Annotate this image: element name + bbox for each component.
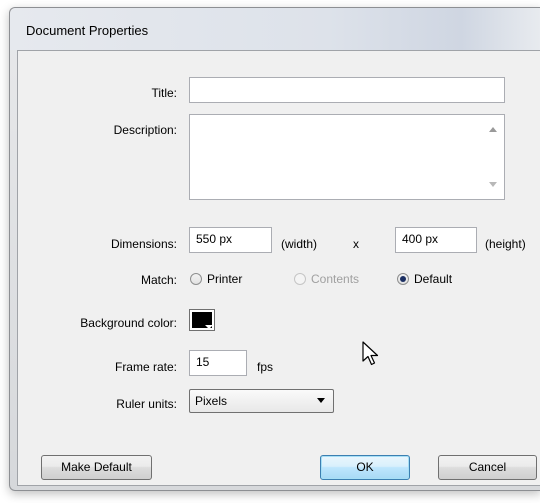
scroll-down-arrow-icon[interactable] <box>489 182 497 187</box>
ruler-units-select[interactable]: Pixels <box>189 389 334 413</box>
radio-selected-icon <box>397 273 409 285</box>
match-contents-radio[interactable]: Contents <box>294 272 359 286</box>
width-input[interactable]: 550 px <box>189 227 272 253</box>
frame-rate-unit: fps <box>257 360 274 374</box>
ruler-units-value: Pixels <box>195 394 228 408</box>
match-default-radio[interactable]: Default <box>397 272 452 286</box>
match-printer-radio[interactable]: Printer <box>190 272 242 286</box>
frame-rate-label: Frame rate: <box>114 360 177 374</box>
radio-circle-icon <box>190 273 202 285</box>
height-hint: (height) <box>485 237 526 251</box>
chevron-down-icon <box>317 398 325 403</box>
height-input[interactable]: 400 px <box>395 227 477 253</box>
background-color-swatch[interactable] <box>189 309 215 331</box>
mouse-pointer-icon <box>362 341 379 366</box>
dimensions-label: Dimensions: <box>110 237 177 251</box>
dialog-body: Title: Description: Dimensions: 550 px (… <box>17 50 540 486</box>
title-label: Title: <box>151 86 177 100</box>
match-contents-label: Contents <box>311 272 360 286</box>
description-label: Description: <box>113 123 177 137</box>
scroll-up-arrow-icon[interactable] <box>489 127 497 132</box>
dimension-separator: x <box>353 237 359 251</box>
dialog-title: Document Properties <box>26 23 149 38</box>
ok-button[interactable]: OK <box>320 455 410 480</box>
description-textarea[interactable] <box>189 114 505 200</box>
cancel-button[interactable]: Cancel <box>438 455 537 480</box>
width-hint: (width) <box>281 237 318 251</box>
title-input[interactable] <box>189 77 505 103</box>
match-printer-label: Printer <box>207 272 243 286</box>
title-bar[interactable]: Document Properties <box>10 8 540 50</box>
background-color-label: Background color: <box>80 316 177 330</box>
frame-rate-input[interactable]: 15 <box>189 350 247 376</box>
document-properties-dialog: Document Properties Title: Description: … <box>9 7 540 491</box>
radio-circle-icon <box>294 273 306 285</box>
dropdown-corner-icon <box>205 325 213 329</box>
match-label: Match: <box>140 273 177 287</box>
make-default-button[interactable]: Make Default <box>41 455 152 480</box>
match-default-label: Default <box>414 272 453 286</box>
ruler-units-label: Ruler units: <box>116 397 177 411</box>
